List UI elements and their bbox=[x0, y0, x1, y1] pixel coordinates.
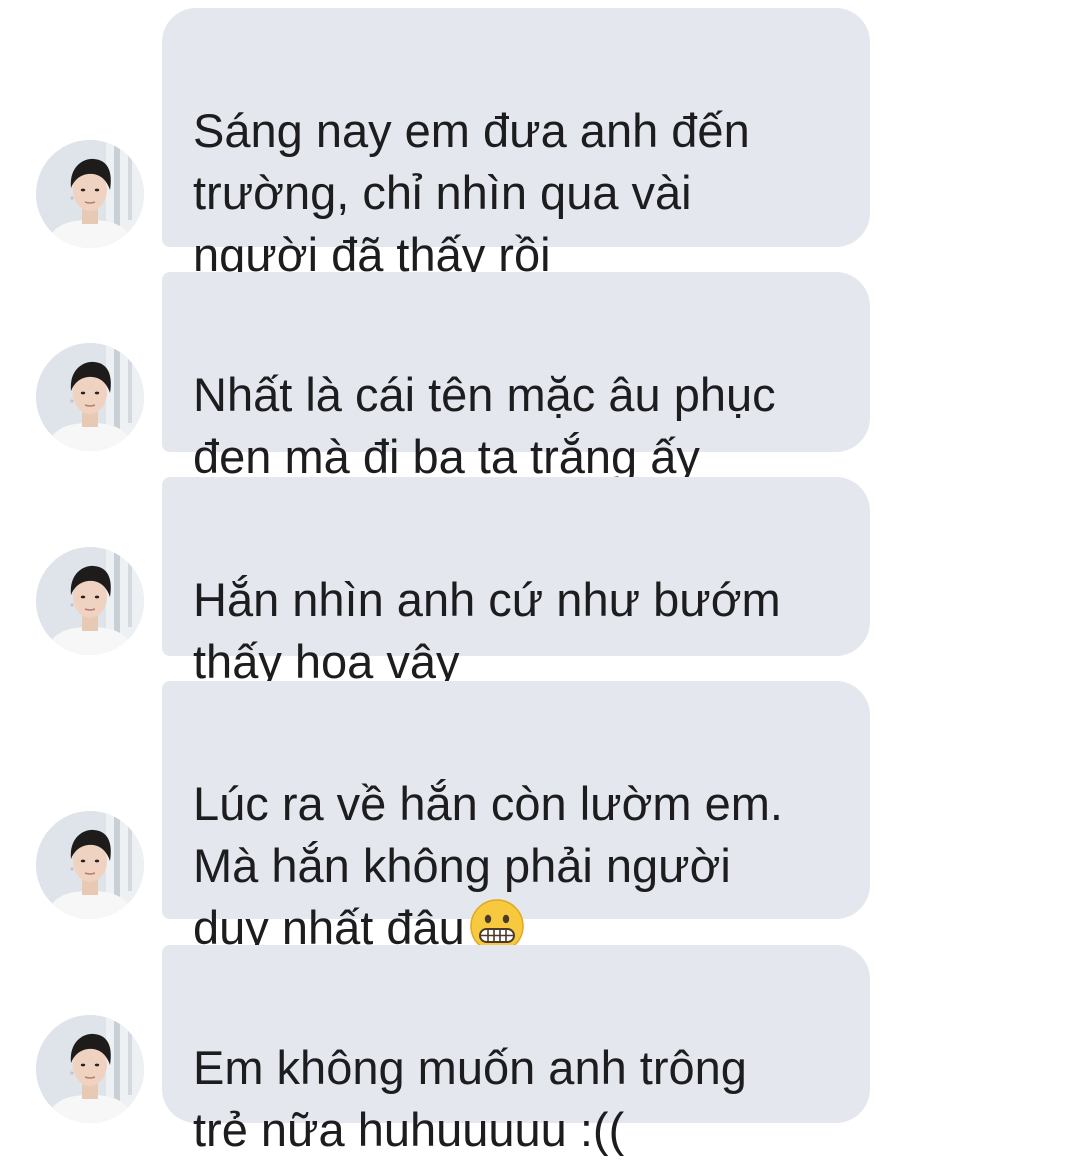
message-text: Sáng nay em đưa anh đến trường, chỉ nhìn… bbox=[193, 104, 750, 281]
avatar[interactable] bbox=[36, 140, 144, 248]
message-text: Nhất là cái tên mặc âu phục đen mà đi ba… bbox=[193, 368, 776, 483]
message-text: Hắn nhìn anh cứ như bướm thấy hoa vậy bbox=[193, 573, 781, 688]
profile-photo-avatar-icon bbox=[36, 343, 144, 451]
message-text: Em không muốn anh trông trẻ nữa huhuuuuu… bbox=[193, 1041, 747, 1156]
profile-photo-avatar-icon bbox=[36, 1015, 144, 1123]
avatar[interactable] bbox=[36, 547, 144, 655]
avatar[interactable] bbox=[36, 811, 144, 919]
message-bubble[interactable]: Nhất là cái tên mặc âu phục đen mà đi ba… bbox=[162, 272, 870, 483]
message-bubble[interactable]: Em không muốn anh trông trẻ nữa huhuuuuu… bbox=[162, 945, 870, 1156]
profile-photo-avatar-icon bbox=[36, 811, 144, 919]
message-bubble[interactable]: Hắn nhìn anh cứ như bướm thấy hoa vậy bbox=[162, 477, 870, 688]
profile-photo-avatar-icon bbox=[36, 140, 144, 248]
message-bubble[interactable]: Lúc ra về hắn còn lườm em. Mà hắn không … bbox=[162, 681, 870, 954]
message-bubble[interactable]: Sáng nay em đưa anh đến trường, chỉ nhìn… bbox=[162, 8, 870, 281]
avatar[interactable] bbox=[36, 343, 144, 451]
profile-photo-avatar-icon bbox=[36, 547, 144, 655]
avatar[interactable] bbox=[36, 1015, 144, 1123]
